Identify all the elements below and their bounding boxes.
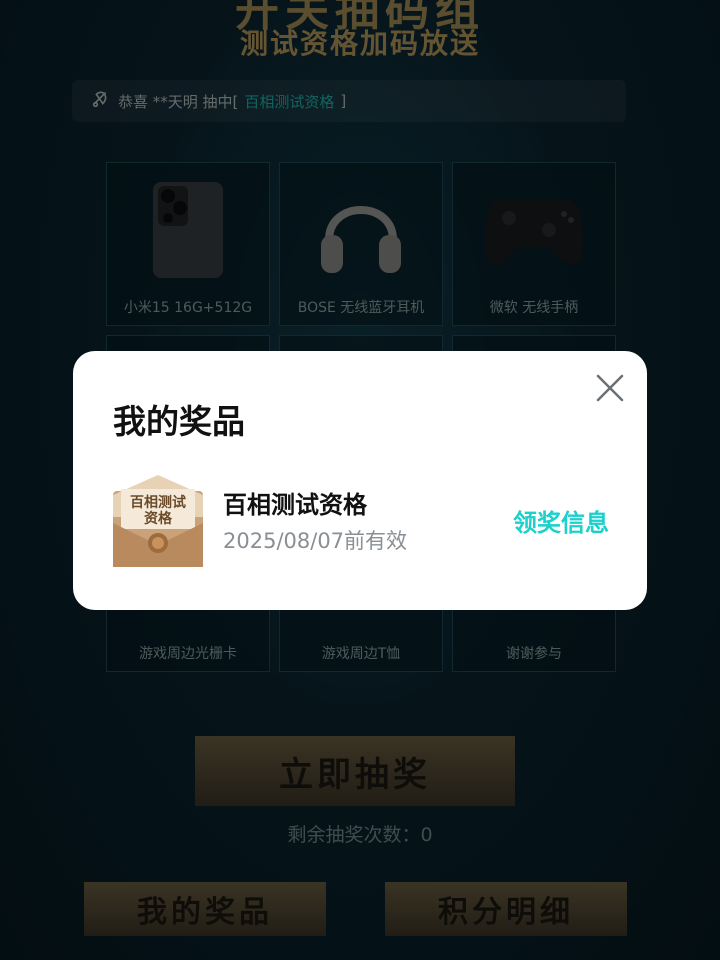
prize-list-item: 百相测试 资格 百相测试资格 2025/08/07前有效 领奖信息 xyxy=(111,473,609,573)
envelope-icon: 百相测试 资格 xyxy=(111,473,205,569)
claim-info-link[interactable]: 领奖信息 xyxy=(513,503,609,538)
svg-text:百相测试: 百相测试 xyxy=(130,494,186,511)
prize-name: 百相测试资格 xyxy=(223,491,367,519)
svg-text:资格: 资格 xyxy=(144,510,173,527)
close-icon[interactable] xyxy=(595,373,625,403)
my-prizes-modal: 我的奖品 百相测试 资格 百相测试资格 2025/08/07前有效 领奖信息 xyxy=(73,351,647,610)
modal-title: 我的奖品 xyxy=(113,402,245,441)
prize-expiry: 2025/08/07前有效 xyxy=(223,529,408,553)
